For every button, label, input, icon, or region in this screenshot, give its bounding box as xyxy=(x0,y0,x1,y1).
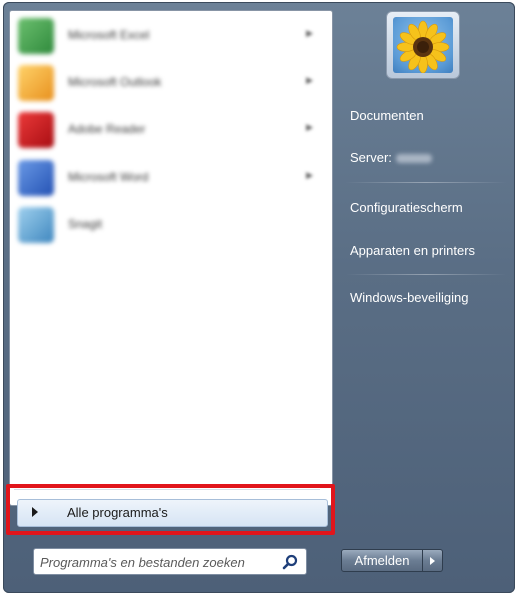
word-icon xyxy=(18,160,54,196)
menu-separator xyxy=(345,274,507,275)
all-programs-label: Alle programma's xyxy=(67,505,168,520)
control-panel-link[interactable]: Configuratiescherm xyxy=(350,200,463,215)
program-item-adobe-reader[interactable]: Adobe Reader ▶ xyxy=(13,109,327,153)
program-item-snagit[interactable]: Snagit xyxy=(13,204,327,248)
excel-icon xyxy=(18,18,54,54)
program-label: Microsoft Outlook xyxy=(68,75,162,89)
all-programs-button[interactable]: Alle programma's xyxy=(17,499,328,527)
devices-printers-link[interactable]: Apparaten en printers xyxy=(350,243,475,258)
windows-security-link[interactable]: Windows-beveiliging xyxy=(350,290,469,305)
search-input[interactable] xyxy=(40,553,278,571)
submenu-arrow-icon[interactable]: ▶ xyxy=(306,76,313,86)
program-label: Microsoft Excel xyxy=(68,28,150,42)
chevron-right-icon xyxy=(430,557,435,565)
user-avatar[interactable] xyxy=(386,11,460,79)
program-label: Microsoft Word xyxy=(68,170,149,184)
search-icon[interactable] xyxy=(282,554,298,570)
server-label: Server: xyxy=(350,150,392,165)
logoff-button[interactable]: Afmelden xyxy=(341,549,423,572)
sunflower-icon xyxy=(393,17,453,73)
shutdown-options-button[interactable] xyxy=(423,549,443,572)
snagit-icon xyxy=(18,207,54,243)
program-item-excel[interactable]: Microsoft Excel ▶ xyxy=(13,15,327,59)
start-menu-screen: Microsoft Excel ▶ Microsoft Outlook ▶ Ad… xyxy=(0,0,517,593)
expand-arrow-icon xyxy=(32,507,38,517)
submenu-arrow-icon[interactable]: ▶ xyxy=(306,29,313,39)
search-box[interactable] xyxy=(33,548,307,575)
outlook-icon xyxy=(18,65,54,101)
documents-link[interactable]: Documenten xyxy=(350,108,424,123)
redacted-server-name xyxy=(395,154,432,164)
menu-separator xyxy=(345,182,507,183)
server-link[interactable]: Server: xyxy=(350,150,432,165)
program-label: Snagit xyxy=(68,217,103,231)
program-label: Adobe Reader xyxy=(68,122,146,136)
programs-pane: Microsoft Excel ▶ Microsoft Outlook ▶ Ad… xyxy=(9,10,333,506)
programs-divider xyxy=(14,489,320,490)
program-item-outlook[interactable]: Microsoft Outlook ▶ xyxy=(13,62,327,106)
submenu-arrow-icon[interactable]: ▶ xyxy=(306,171,313,181)
adobe-reader-icon xyxy=(18,112,54,148)
submenu-arrow-icon[interactable]: ▶ xyxy=(306,123,313,133)
program-item-word[interactable]: Microsoft Word ▶ xyxy=(13,157,327,201)
